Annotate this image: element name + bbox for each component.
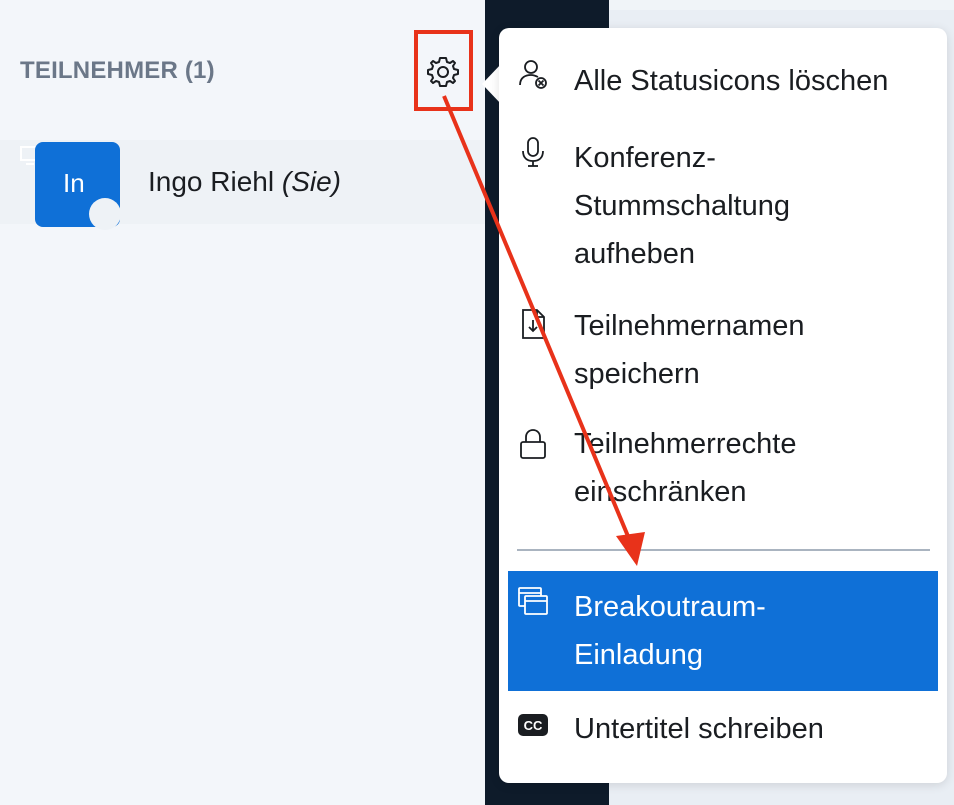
avatar-status-notch — [89, 198, 121, 230]
participants-sidebar: TEILNEHMER (1) In Ingo Riehl (Sie) — [0, 0, 485, 805]
menu-item-breakout-invitation[interactable]: Breakoutraum- Einladung — [508, 571, 938, 691]
menu-item-label: Untertitel schreiben — [574, 713, 824, 745]
breakout-room-icon — [518, 587, 548, 615]
menu-item-restrict-rights[interactable]: Teilnehmerrechte einschränken — [499, 420, 947, 520]
menu-item-unmute-conference[interactable]: Konferenz- Stummschaltung aufheben — [499, 134, 947, 284]
save-file-icon — [522, 309, 545, 339]
menu-item-clear-status[interactable]: Alle Statusicons löschen — [499, 55, 947, 107]
gear-icon[interactable] — [423, 52, 463, 92]
participant-name: Ingo Riehl (Sie) — [148, 166, 341, 198]
menu-item-label: Teilnehmerrechte einschränken — [574, 428, 797, 508]
menu-item-label: Konferenz- Stummschaltung aufheben — [574, 142, 790, 270]
avatar-initials: In — [63, 168, 85, 198]
clear-status-icon — [519, 60, 547, 89]
svg-text:CC: CC — [524, 718, 543, 733]
closed-captions-icon: CC — [518, 714, 548, 736]
participants-title: TEILNEHMER (1) — [20, 57, 215, 84]
participant-options-menu: Alle Statusicons löschen Konferenz- Stum… — [499, 28, 947, 783]
lock-icon — [520, 429, 546, 459]
menu-item-label: Teilnehmernamen speichern — [574, 310, 805, 390]
participant-name-text: Ingo Riehl — [148, 166, 275, 197]
participant-row[interactable]: In Ingo Riehl (Sie) — [0, 130, 485, 240]
menu-item-label: Alle Statusicons löschen — [574, 65, 889, 97]
menu-divider — [517, 549, 930, 551]
participant-self-label: (Sie) — [281, 166, 341, 197]
menu-item-save-names[interactable]: Teilnehmernamen speichern — [499, 302, 947, 402]
menu-item-label: Breakoutraum- Einladung — [574, 591, 766, 671]
menu-item-write-subtitles[interactable]: CC Untertitel schreiben — [499, 703, 947, 755]
microphone-icon — [522, 137, 544, 167]
